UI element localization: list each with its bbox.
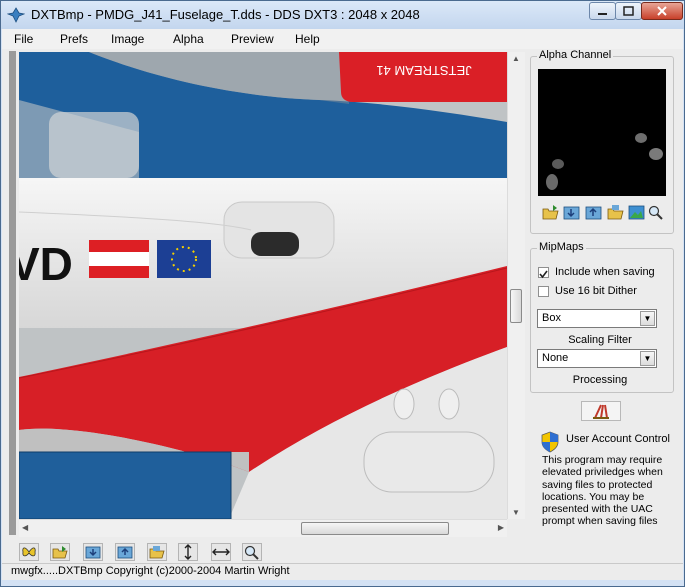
jetstream-text: JETSTREAM 41 xyxy=(376,63,471,78)
alpha-image-icon[interactable] xyxy=(628,204,645,221)
flip-horizontal-icon[interactable] xyxy=(211,543,231,561)
mipmaps-title: MipMaps xyxy=(537,241,586,253)
registration-text: VD xyxy=(19,238,73,290)
maximize-button[interactable] xyxy=(615,2,642,20)
alpha-preview xyxy=(538,69,666,196)
splitter-bar[interactable] xyxy=(9,51,16,535)
title-bar[interactable]: DXTBmp - PMDG_J41_Fuselage_T.dds - DDS D… xyxy=(1,1,684,29)
flip-vertical-icon[interactable] xyxy=(178,543,198,561)
use-16-bit-dither-label: Use 16 bit Dither xyxy=(555,285,637,297)
scaling-filter-select[interactable]: Box ▼ xyxy=(537,309,657,328)
menu-file[interactable]: File xyxy=(14,32,33,46)
menu-alpha[interactable]: Alpha xyxy=(173,32,204,46)
maximize-icon xyxy=(623,6,634,16)
open-folder-icon[interactable] xyxy=(50,543,70,561)
menu-preview[interactable]: Preview xyxy=(231,32,274,46)
alpha-channel-title: Alpha Channel xyxy=(537,49,614,61)
alpha-import-icon[interactable] xyxy=(563,204,580,221)
butterfly-icon[interactable] xyxy=(19,543,39,561)
scroll-left-icon[interactable]: ◀ xyxy=(22,523,28,532)
menu-help[interactable]: Help xyxy=(295,32,320,46)
processing-caption: Processing xyxy=(572,374,628,386)
chevron-down-icon[interactable]: ▼ xyxy=(640,351,655,366)
app-window: DXTBmp - PMDG_J41_Fuselage_T.dds - DDS D… xyxy=(0,0,685,587)
include-when-saving-label: Include when saving xyxy=(555,266,655,278)
scaling-filter-value: Box xyxy=(542,312,561,324)
status-bar: mwgfx.....DXTBmp Copyright (c)2000-2004 … xyxy=(2,563,683,580)
horizontal-scrollbar[interactable]: ◀ ▶ xyxy=(19,519,507,537)
menu-bar: File Prefs Image Alpha Preview Help xyxy=(2,29,683,50)
chevron-down-icon[interactable]: ▼ xyxy=(640,311,655,326)
uac-description: This program may require elevated privil… xyxy=(542,454,663,528)
alpha-open-icon[interactable] xyxy=(542,204,559,221)
uac-shield-icon xyxy=(541,431,559,453)
uac-title: User Account Control xyxy=(566,433,670,445)
menu-image[interactable]: Image xyxy=(111,32,144,46)
use-16-bit-dither-checkbox[interactable] xyxy=(538,286,549,297)
brushes-icon xyxy=(593,404,609,419)
scroll-up-icon[interactable]: ▲ xyxy=(512,54,520,63)
processing-value: None xyxy=(542,352,569,364)
alpha-folder-icon[interactable] xyxy=(607,204,624,221)
texture-image: JETSTREAM 41 VD xyxy=(19,52,507,519)
import-icon[interactable] xyxy=(83,543,103,561)
alpha-export-icon[interactable] xyxy=(585,204,602,221)
scroll-right-icon[interactable]: ▶ xyxy=(498,523,504,532)
close-button[interactable] xyxy=(641,2,683,20)
include-when-saving-checkbox[interactable] xyxy=(538,267,549,279)
brush-tool-button[interactable] xyxy=(581,401,621,421)
alpha-image xyxy=(546,133,663,190)
minimize-button[interactable] xyxy=(589,2,616,20)
texture-viewport[interactable]: JETSTREAM 41 VD xyxy=(19,52,507,519)
zoom-icon[interactable] xyxy=(242,543,262,561)
close-icon xyxy=(657,6,667,16)
horizontal-scroll-thumb[interactable] xyxy=(301,522,449,535)
scroll-down-icon[interactable]: ▼ xyxy=(512,508,520,517)
checkmark-icon xyxy=(539,270,548,279)
export-icon[interactable] xyxy=(115,543,135,561)
minimize-icon xyxy=(598,13,607,15)
vertical-scroll-thumb[interactable] xyxy=(510,289,522,323)
menu-prefs[interactable]: Prefs xyxy=(60,32,88,46)
status-text: mwgfx.....DXTBmp Copyright (c)2000-2004 … xyxy=(11,565,290,577)
window-title: DXTBmp - PMDG_J41_Fuselage_T.dds - DDS D… xyxy=(31,7,420,22)
scaling-filter-caption: Scaling Filter xyxy=(568,334,632,346)
alpha-zoom-icon[interactable] xyxy=(647,204,664,221)
vertical-scrollbar[interactable]: ▲ ▼ xyxy=(507,52,525,519)
app-icon xyxy=(7,7,25,23)
open-image-folder-icon[interactable] xyxy=(147,543,167,561)
processing-select[interactable]: None ▼ xyxy=(537,349,657,368)
